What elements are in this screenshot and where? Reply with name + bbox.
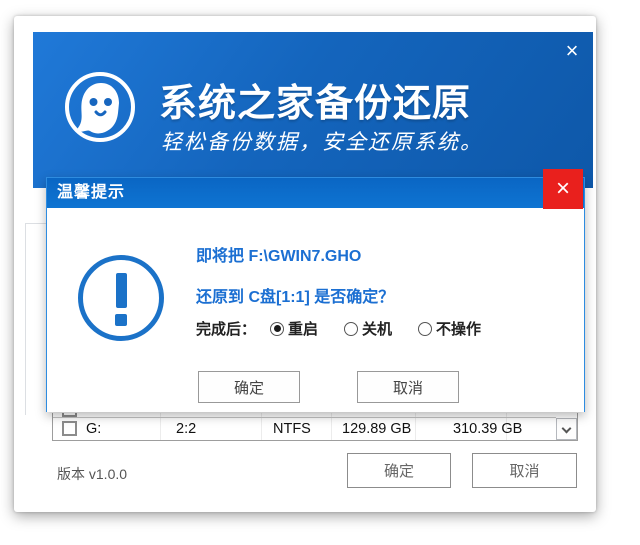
after-finish-options: 完成后： 重启 关机 不操作 — [196, 318, 507, 339]
radio-icon[interactable] — [270, 322, 284, 336]
exclamation-icon — [78, 255, 164, 341]
main-ok-button[interactable]: 确定 — [347, 453, 451, 488]
dialog-ok-button[interactable]: 确定 — [198, 371, 300, 403]
cell-location: 2:2 — [176, 418, 196, 441]
partition-table: G: 2:2 NTFS 129.89 GB 310.39 GB — [52, 413, 578, 441]
dialog-close-icon[interactable]: × — [543, 169, 583, 209]
table-row[interactable]: G: 2:2 NTFS 129.89 GB 310.39 GB — [53, 418, 556, 441]
radio-label: 关机 — [362, 318, 392, 339]
main-cancel-button[interactable]: 取消 — [472, 453, 577, 488]
scrollbar-down-button[interactable] — [556, 418, 577, 440]
confirm-dialog: 温馨提示 × 即将把 F:\GWIN7.GHO 还原到 C盘[1:1] 是否确定… — [46, 177, 585, 412]
app-subtitle: 轻松备份数据，安全还原系统。 — [161, 126, 483, 156]
after-finish-label: 完成后： — [196, 318, 256, 339]
row-checkbox[interactable] — [62, 421, 77, 436]
radio-label: 重启 — [288, 318, 318, 339]
dialog-cancel-button[interactable]: 取消 — [357, 371, 459, 403]
cell-filesystem: NTFS — [273, 418, 311, 441]
radio-icon[interactable] — [418, 322, 432, 336]
app-title: 系统之家备份还原 — [159, 72, 471, 127]
dialog-message-line1: 即将把 F:\GWIN7.GHO — [196, 242, 361, 266]
ghost-logo-icon — [63, 70, 137, 144]
radio-option-restart[interactable]: 重启 — [270, 318, 318, 339]
window-close-icon[interactable]: × — [559, 38, 585, 64]
underlying-panel-border-vertical — [25, 223, 26, 415]
dialog-title: 温馨提示 — [47, 178, 584, 208]
cell-drive: G: — [86, 418, 101, 441]
version-label: 版本 v1.0.0 — [57, 464, 127, 484]
dialog-body: 即将把 F:\GWIN7.GHO 还原到 C盘[1:1] 是否确定？ 完成后： … — [47, 208, 584, 412]
cell-size: 310.39 GB — [453, 418, 522, 441]
radio-icon[interactable] — [344, 322, 358, 336]
radio-option-none[interactable]: 不操作 — [418, 318, 481, 339]
cell-used: 129.89 GB — [342, 418, 411, 441]
radio-label: 不操作 — [436, 318, 481, 339]
chevron-down-icon — [562, 424, 572, 434]
radio-option-shutdown[interactable]: 关机 — [344, 318, 392, 339]
app-header: 系统之家备份还原 轻松备份数据，安全还原系统。 × — [33, 32, 593, 188]
underlying-panel-border-horizontal — [25, 223, 47, 224]
dialog-message-line2: 还原到 C盘[1:1] 是否确定？ — [196, 283, 394, 307]
app-window: 系统之家备份还原 轻松备份数据，安全还原系统。 × G: 2:2 NTFS 12… — [14, 16, 596, 512]
